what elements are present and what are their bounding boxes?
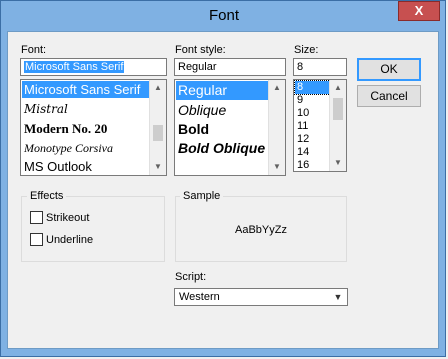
font-list-item-modern-no-20[interactable]: Modern No. 20 [22,120,150,138]
size-label: Size: [294,44,319,56]
font-name-input-text: Microsoft Sans Serif [24,61,125,73]
font-list[interactable]: Microsoft Sans Serif Mistral Modern No. … [20,79,167,176]
scroll-down-arrow-icon[interactable]: ▼ [330,155,346,171]
effects-group [21,196,165,262]
style-list-item-regular[interactable]: Regular [176,81,269,100]
font-style-list[interactable]: Regular Oblique Bold Bold Oblique ▲ ▼ [174,79,286,176]
strikeout-checkbox[interactable] [30,211,43,224]
font-list-scrollbar[interactable]: ▲ ▼ [149,80,166,175]
font-style-label: Font style: [175,44,226,56]
font-list-item-microsoft-sans-serif[interactable]: Microsoft Sans Serif [22,81,150,98]
style-list-item-bold-oblique[interactable]: Bold Oblique [176,139,269,158]
font-list-item-monotype-corsiva[interactable]: Monotype Corsiva [22,140,150,157]
size-list-scrollbar[interactable]: ▲ ▼ [329,80,346,171]
size-list-item[interactable]: 10 [295,107,330,120]
size-list-item[interactable]: 12 [295,133,330,146]
strikeout-label: Strikeout [46,212,90,224]
script-label: Script: [175,271,207,283]
size-list-scroll-thumb[interactable] [333,98,343,120]
scroll-down-arrow-icon[interactable]: ▼ [269,159,285,175]
scroll-down-arrow-icon[interactable]: ▼ [150,159,166,175]
cancel-button[interactable]: Cancel [357,85,421,107]
chevron-down-icon[interactable]: ▼ [331,290,345,304]
size-list-item[interactable]: 16 [295,159,330,171]
font-name-input[interactable]: Microsoft Sans Serif [20,58,167,76]
effects-group-title: Effects [27,190,67,202]
scroll-up-arrow-icon[interactable]: ▲ [150,80,166,96]
script-select[interactable]: Western ▼ [174,288,348,306]
font-list-item-mistral[interactable]: Mistral [22,100,150,118]
size-list[interactable]: 8 9 10 11 12 14 16 ▲ ▼ [293,79,347,172]
scroll-up-arrow-icon[interactable]: ▲ [330,80,346,96]
underline-label: Underline [46,234,94,246]
window-title: Font [208,7,239,24]
script-select-value: Western [179,291,220,303]
size-list-item[interactable]: 14 [295,146,330,159]
font-label: Font: [21,44,47,56]
font-list-scroll-thumb[interactable] [153,125,163,141]
size-list-item[interactable]: 8 [294,80,331,95]
font-style-input[interactable]: Regular [174,58,286,76]
font-style-list-scrollbar[interactable]: ▲ ▼ [268,80,285,175]
style-list-item-oblique[interactable]: Oblique [176,101,269,120]
ok-button[interactable]: OK [357,58,421,81]
scroll-up-arrow-icon[interactable]: ▲ [269,80,285,96]
close-button[interactable]: X [398,1,440,21]
font-list-item-ms-outlook[interactable]: MS Outlook [22,158,150,175]
size-list-item[interactable]: 11 [295,120,330,133]
size-input[interactable]: 8 [293,58,347,76]
sample-group-title: Sample [180,190,224,202]
underline-checkbox[interactable] [30,233,43,246]
size-list-item[interactable]: 9 [295,94,330,107]
sample-text: AaBbYyZz [235,224,287,236]
style-list-item-bold[interactable]: Bold [176,120,269,139]
